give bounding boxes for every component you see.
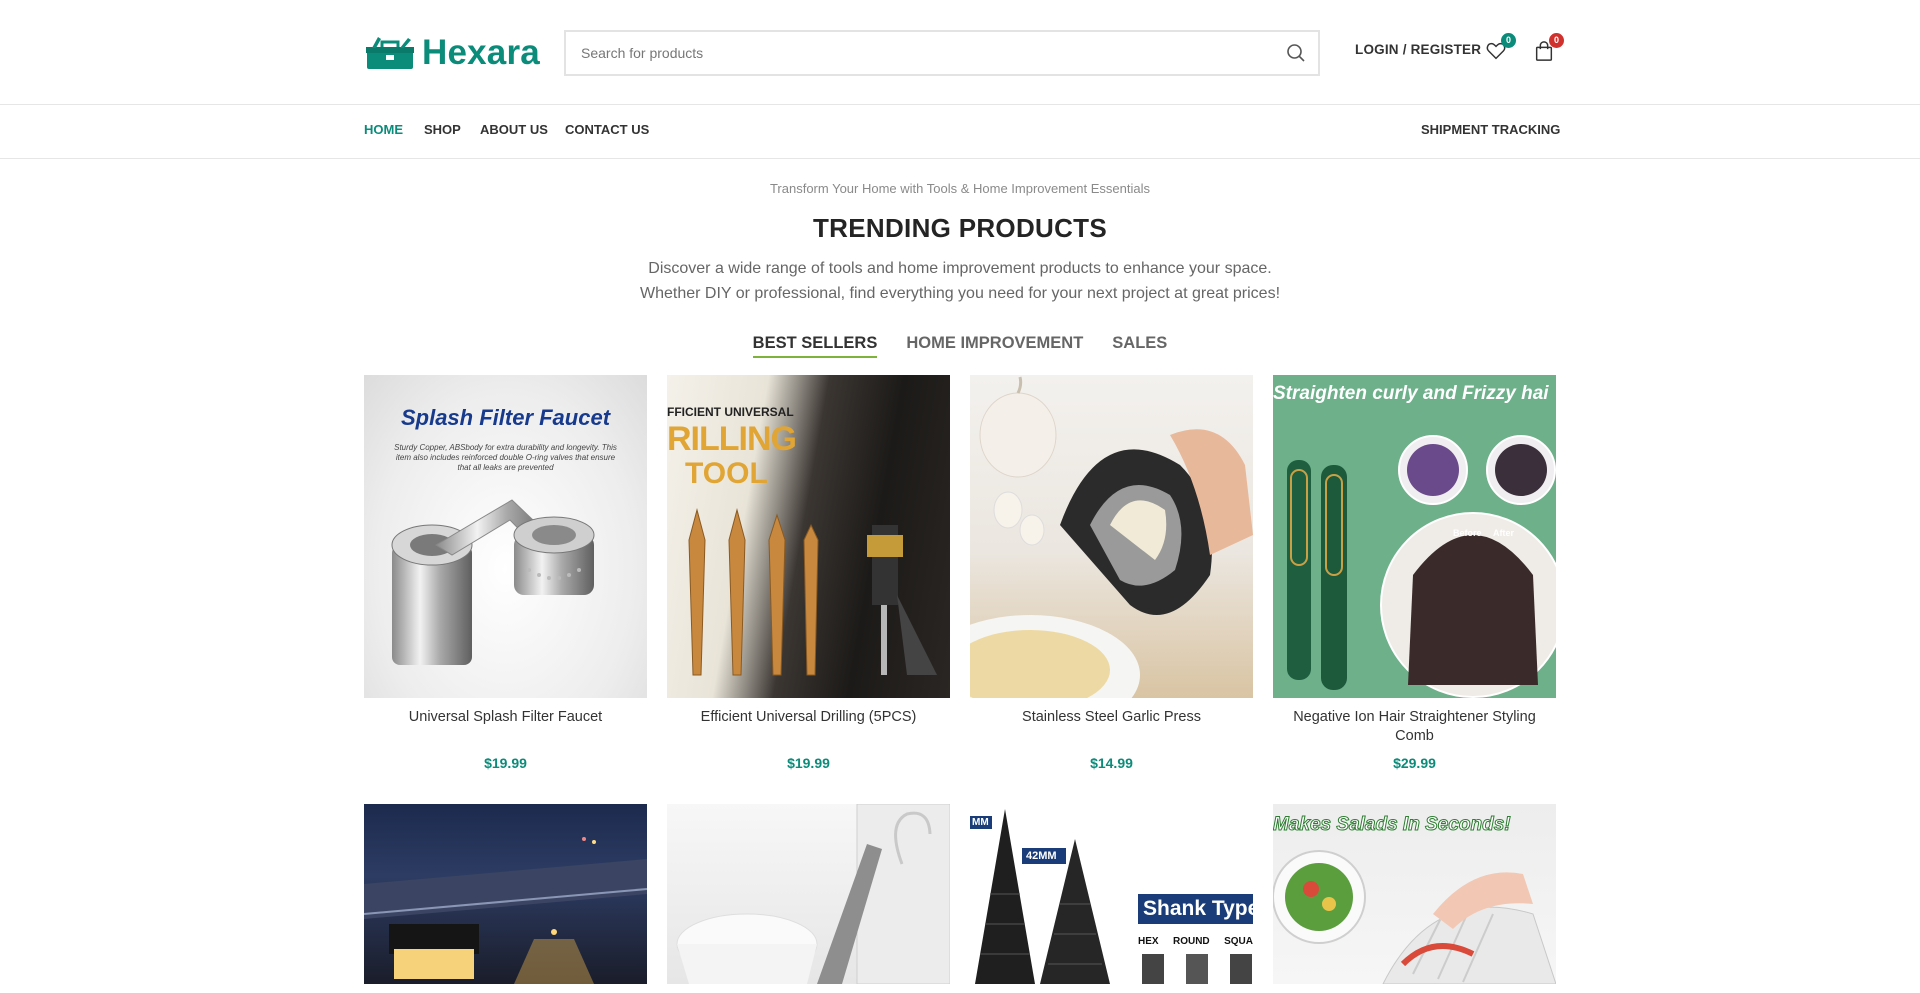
wishlist-count-badge: 0 [1501, 33, 1516, 48]
shank-round-label: ROUND [1172, 936, 1210, 947]
product-image[interactable] [970, 375, 1253, 698]
before-label: Before [1453, 528, 1482, 538]
section-description-line1: Discover a wide range of tools and home … [648, 260, 1272, 277]
wishlist-button[interactable]: 0 [1485, 33, 1516, 64]
main-nav: HOME SHOP ABOUT US CONTACT US SHIPMENT T… [0, 105, 1920, 159]
login-register-link[interactable]: LOGIN / REGISTER [1355, 42, 1481, 57]
nav-item-home[interactable]: HOME [364, 122, 403, 137]
tab-home-improvement[interactable]: HOME IMPROVEMENT [906, 334, 1083, 358]
product-tabs: BEST SELLERS HOME IMPROVEMENT SALES [0, 334, 1920, 358]
search-input[interactable] [566, 32, 1274, 74]
site-header: Hexara LOGIN / REGISTER 0 0 [0, 0, 1920, 105]
product-card[interactable]: Straighten curly and Frizzy hai Before A… [1273, 375, 1556, 771]
product-price: $19.99 [787, 755, 830, 771]
garlic-press-illustration [970, 376, 1253, 698]
kettle-cleaner-illustration [676, 804, 950, 984]
product-card[interactable]: FFICIENT UNIVERSAL RILLING TOOL Efficien… [667, 375, 950, 771]
product-name[interactable]: Stainless Steel Garlic Press [970, 708, 1253, 746]
nav-item-shipment-tracking[interactable]: SHIPMENT TRACKING [1421, 122, 1560, 137]
nav-item-contact-us[interactable]: CONTACT US [565, 122, 649, 137]
product-card[interactable]: Stainless Steel Garlic Press $14.99 [970, 375, 1253, 771]
salad-cutter-illustration [1273, 850, 1556, 984]
product-image[interactable]: Splash Filter Faucet Sturdy Copper, ABSb… [364, 375, 647, 698]
product-card[interactable] [364, 804, 647, 984]
section-tagline: Transform Your Home with Tools & Home Im… [769, 181, 1151, 196]
cart-button[interactable]: 0 [1533, 33, 1564, 64]
product-card[interactable]: MM 42MM Shank Type HEX ROUND SQUA [970, 804, 1253, 984]
product-name[interactable]: Efficient Universal Drilling (5PCS) [667, 708, 950, 746]
product-price: $14.99 [1090, 755, 1133, 771]
product-image[interactable]: MM 42MM Shank Type HEX ROUND SQUA [970, 804, 1253, 984]
product-image[interactable]: FFICIENT UNIVERSAL RILLING TOOL [667, 375, 950, 698]
product-card[interactable] [667, 804, 950, 984]
solar-step-light-illustration [364, 837, 647, 984]
brand-name: Hexara [422, 33, 540, 72]
shank-type-title: Shank Type [1143, 897, 1253, 920]
search-bar [564, 30, 1320, 76]
product-card[interactable]: Makes Salads In Seconds! [1273, 804, 1556, 984]
after-label: After [1493, 528, 1515, 538]
product-image[interactable]: Straighten curly and Frizzy hai Before A… [1273, 375, 1556, 698]
search-icon[interactable] [1274, 32, 1318, 74]
faucet-illustration [391, 499, 595, 665]
shank-square-label: SQUA [1224, 936, 1253, 947]
tab-sales[interactable]: SALES [1112, 334, 1167, 358]
section-description-line2: Whether DIY or professional, find everyt… [639, 285, 1281, 302]
cart-count-badge: 0 [1549, 33, 1564, 48]
nav-item-about-us[interactable]: ABOUT US [480, 122, 548, 137]
product-image[interactable] [364, 804, 647, 984]
product-price: $29.99 [1393, 755, 1436, 771]
product-image[interactable]: Makes Salads In Seconds! [1273, 804, 1556, 984]
product-price: $19.99 [484, 755, 527, 771]
drill-bits-illustration [688, 508, 937, 676]
toolbox-icon [366, 37, 414, 69]
shank-hex-label: HEX [1138, 936, 1159, 947]
bit-size-label-small: MM [972, 817, 989, 828]
product-card[interactable]: Splash Filter Faucet Sturdy Copper, ABSb… [364, 375, 647, 771]
wood-splitter-bit-illustration [970, 809, 1253, 984]
product-image[interactable] [667, 804, 950, 984]
section-title: TRENDING PRODUCTS [813, 213, 1107, 243]
nav-item-shop[interactable]: SHOP [424, 122, 461, 137]
logo[interactable]: Hexara [364, 33, 540, 73]
product-name[interactable]: Negative Ion Hair Straightener Styling C… [1273, 708, 1556, 746]
bit-size-label: 42MM [1026, 850, 1057, 862]
product-name[interactable]: Universal Splash Filter Faucet [364, 708, 647, 746]
tab-best-sellers[interactable]: BEST SELLERS [752, 334, 878, 358]
